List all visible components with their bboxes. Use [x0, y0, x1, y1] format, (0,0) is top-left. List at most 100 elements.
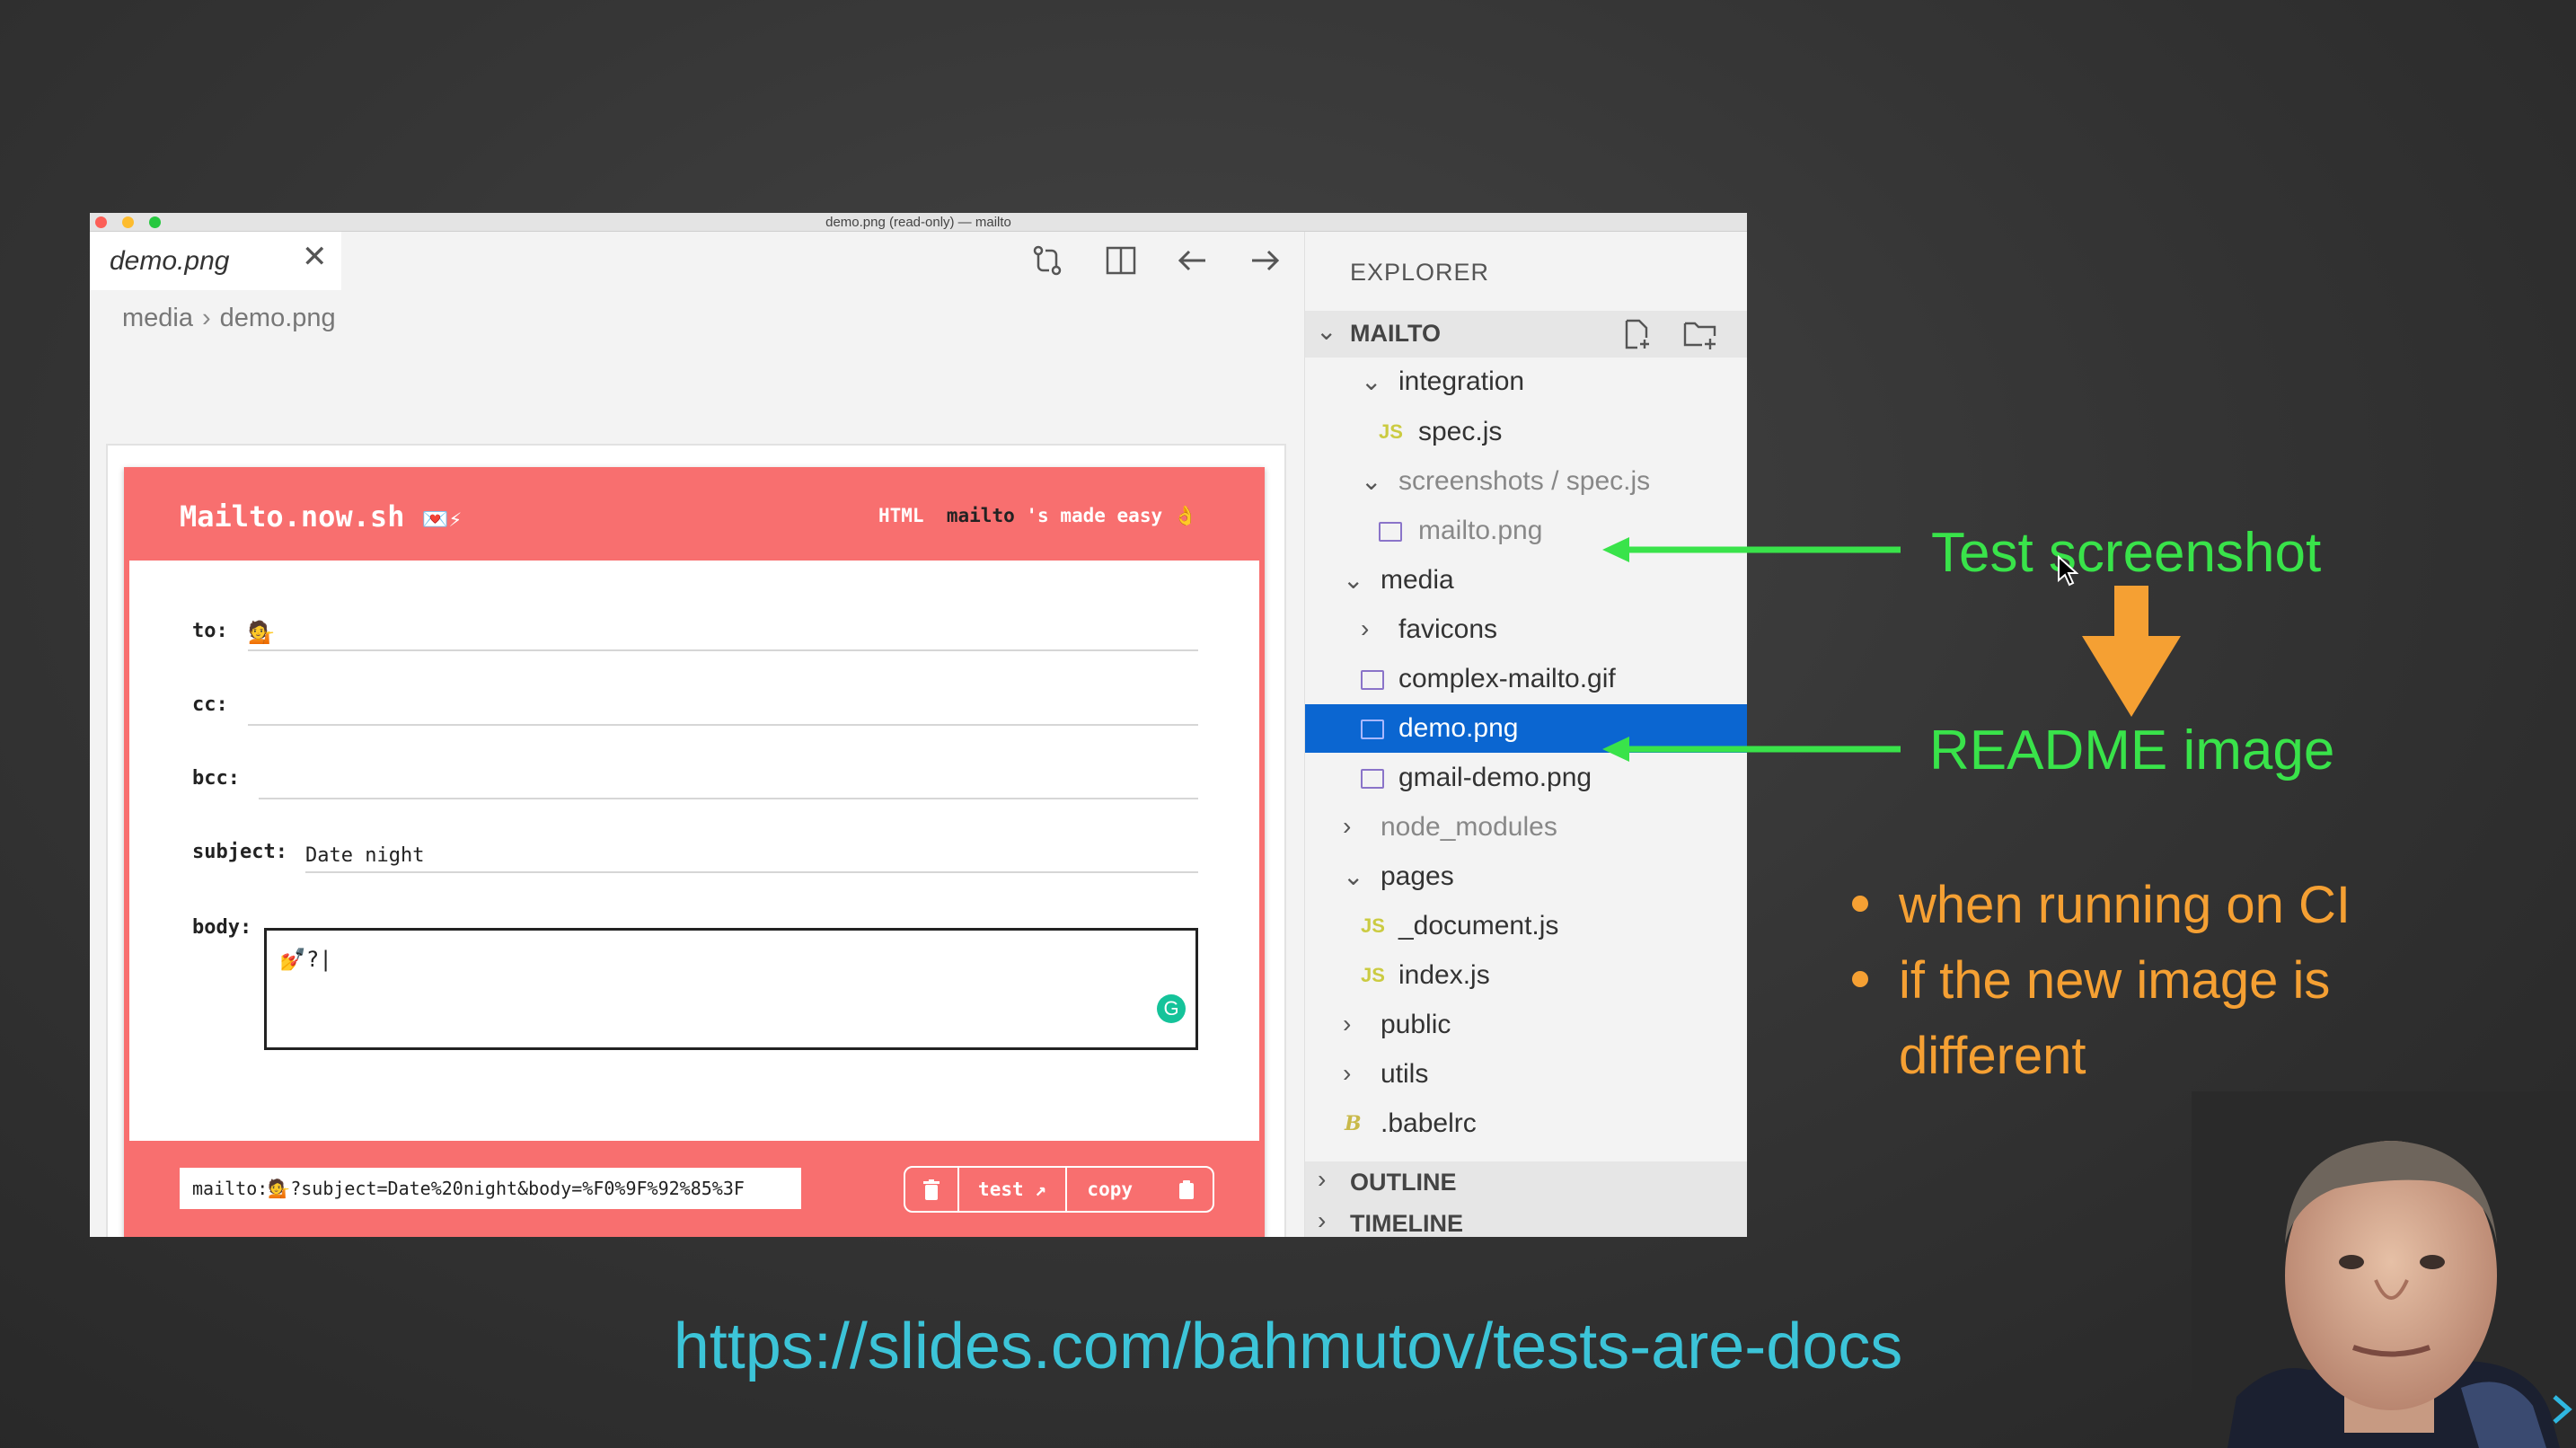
tree-item-label: integration — [1398, 366, 1525, 396]
tree-item-label: favicons — [1398, 614, 1498, 644]
arrow-to-demo-png — [1602, 737, 1901, 762]
bcc-label: bcc: — [192, 767, 240, 790]
breadcrumb: media › demo.png — [122, 304, 345, 333]
tree-item-label: .babelrc — [1381, 1108, 1477, 1138]
to-underline — [248, 649, 1198, 651]
bcc-underline — [259, 798, 1198, 799]
subject-field[interactable]: Date night — [305, 844, 424, 867]
window-title: demo.png (read-only) — mailto — [825, 215, 1011, 230]
section-label: MAILTO — [1350, 320, 1441, 347]
tree-item-document-js[interactable]: JS _document.js — [1305, 902, 1747, 950]
new-folder-icon[interactable] — [1682, 318, 1718, 355]
tree-item-utils[interactable]: › utils — [1305, 1050, 1747, 1099]
image-file-icon — [1361, 670, 1384, 690]
tree-item-complex-mailto-gif[interactable]: complex-mailto.gif — [1305, 655, 1747, 703]
body-value: 💅?| — [279, 947, 332, 972]
bullet-text: when running on CI — [1899, 876, 2351, 934]
to-label: to: — [192, 620, 228, 642]
close-icon[interactable]: ✕ — [302, 239, 328, 275]
timeline-label: TIMELINE — [1350, 1210, 1463, 1237]
image-file-icon — [1361, 720, 1384, 739]
bullet-text: different — [1899, 1027, 2086, 1085]
explorer-title: EXPLORER — [1350, 259, 1490, 286]
cc-underline — [248, 724, 1198, 726]
breadcrumb-item-demo-png[interactable]: demo.png — [220, 304, 336, 332]
editor-area: demo.png ✕ media › demo.png Mailto.now.s… — [90, 232, 1352, 1237]
body-textarea[interactable]: 💅?| — [264, 928, 1198, 1050]
chevron-right-icon: › — [1343, 1010, 1352, 1037]
chevron-down-icon: ⌄ — [1343, 566, 1364, 594]
mailto-app: Mailto.now.sh 💌⚡ HTML mailto 's made eas… — [124, 467, 1265, 1237]
chevron-down-icon: ⌄ — [1343, 862, 1364, 890]
tree-item-integration[interactable]: ⌄ integration — [1305, 358, 1747, 406]
tab-label: demo.png — [110, 246, 230, 276]
js-file-icon: JS — [1361, 964, 1385, 986]
chevron-right-icon: › — [1343, 1059, 1352, 1087]
tab-demo-png[interactable]: demo.png ✕ — [90, 232, 341, 290]
tree-item-pages[interactable]: ⌄ pages — [1305, 852, 1747, 901]
image-file-icon — [1379, 522, 1402, 542]
chevron-right-icon: › — [1318, 1206, 1327, 1234]
chevron-down-icon: ⌄ — [1361, 367, 1382, 395]
webcam-video — [2192, 1091, 2576, 1448]
tree-item-label: utils — [1381, 1059, 1429, 1089]
readme-image-label: README image — [1929, 720, 2335, 781]
breadcrumb-item-media[interactable]: media — [122, 304, 193, 332]
arrow-left-icon[interactable] — [1173, 243, 1213, 282]
to-field[interactable]: 💁 — [248, 620, 275, 645]
tree-item-label: pages — [1381, 861, 1454, 891]
app-title: Mailto.now.sh 💌⚡ — [180, 499, 462, 534]
tree-item-label: complex-mailto.gif — [1398, 664, 1616, 693]
action-button-group: test ↗ copy — [904, 1166, 1214, 1213]
slides-link[interactable]: https://slides.com/bahmutov/tests-are-do… — [0, 1310, 2576, 1383]
tree-item-label: index.js — [1398, 960, 1490, 990]
bullet-item: different — [1852, 1019, 2351, 1094]
open-changes-icon[interactable] — [1028, 243, 1067, 282]
copy-button-label: copy — [1087, 1179, 1133, 1200]
tree-item-label: gmail-demo.png — [1398, 763, 1592, 792]
app-title-text: Mailto.now.sh — [180, 499, 405, 534]
bullet-text: if the new image is — [1899, 951, 2331, 1010]
chevron-down-icon: ⌄ — [1361, 467, 1382, 495]
tree-item-favicons[interactable]: › favicons — [1305, 605, 1747, 654]
grammarly-icon[interactable]: G — [1157, 994, 1186, 1023]
tagline-bold: mailto — [946, 505, 1015, 526]
body-label: body: — [192, 916, 252, 939]
bullet-dot — [1852, 895, 1868, 912]
tree-item-label: mailto.png — [1418, 516, 1543, 545]
mouse-cursor-icon — [2058, 555, 2078, 587]
arrow-right-icon[interactable] — [1245, 243, 1284, 282]
mailto-url-field[interactable]: mailto:💁?subject=Date%20night&body=%F0%9… — [180, 1168, 801, 1209]
tree-item-label: media — [1381, 565, 1454, 595]
test-button[interactable]: test ↗ — [959, 1168, 1065, 1211]
cc-label: cc: — [192, 693, 228, 716]
bullet-item: if the new image is — [1852, 943, 2351, 1019]
tree-item-node-modules[interactable]: › node_modules — [1305, 803, 1747, 852]
tree-item-spec-js[interactable]: JS spec.js — [1305, 408, 1747, 456]
outline-section[interactable]: › OUTLINE — [1305, 1161, 1747, 1203]
outline-label: OUTLINE — [1350, 1169, 1457, 1196]
js-file-icon: JS — [1379, 420, 1403, 443]
copy-button[interactable]: copy — [1067, 1168, 1214, 1211]
tree-item-label: node_modules — [1381, 812, 1557, 842]
tree-item-screenshots[interactable]: ⌄ screenshots / spec.js — [1305, 457, 1747, 506]
js-file-icon: JS — [1361, 914, 1385, 937]
tree-item-label: screenshots / spec.js — [1398, 466, 1651, 496]
tagline-suffix: 's made easy 👌 — [1026, 505, 1197, 526]
tagline-prefix: HTML — [878, 505, 924, 526]
subject-label: subject: — [192, 841, 287, 863]
tree-item-babelrc[interactable]: B .babelrc — [1305, 1099, 1747, 1148]
slide: { "window": {"title": "demo.png (read-on… — [0, 0, 2576, 1448]
babel-file-icon: B — [1345, 1112, 1362, 1135]
tree-item-public[interactable]: › public — [1305, 1001, 1747, 1049]
vscode-window: demo.png (read-only) — mailto demo.png ✕ — [90, 213, 1747, 1237]
timeline-section[interactable]: › TIMELINE — [1305, 1203, 1747, 1237]
trash-icon[interactable] — [905, 1168, 957, 1211]
tree-item-index-js[interactable]: JS index.js — [1305, 951, 1747, 1000]
chevron-right-icon: › — [1361, 614, 1370, 642]
external-link-icon: ↗ — [1035, 1179, 1046, 1200]
bullet-list: when running on CI if the new image is d… — [1852, 868, 2351, 1094]
split-editor-icon[interactable] — [1101, 243, 1141, 282]
new-file-icon[interactable] — [1621, 318, 1654, 355]
explorer-section-mailto[interactable]: ⌄ MAILTO — [1305, 311, 1747, 358]
